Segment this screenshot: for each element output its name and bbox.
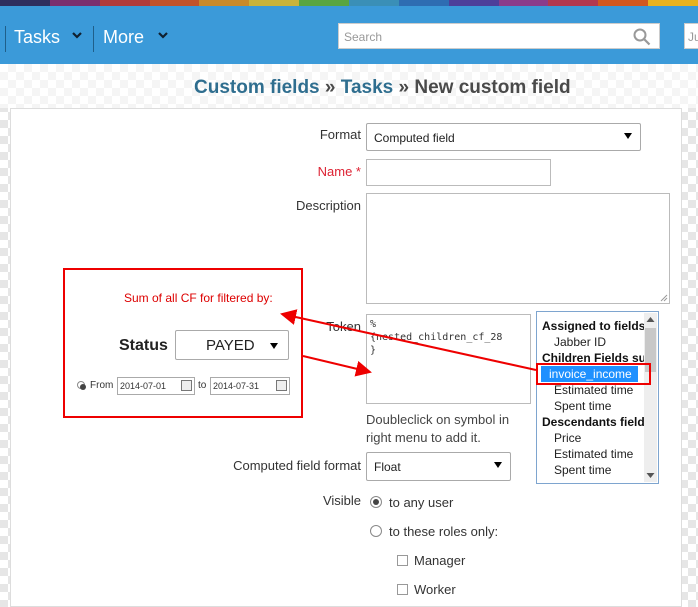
breadcrumb-custom-fields[interactable]: Custom fields	[194, 77, 320, 98]
token-textarea[interactable]: % {nested_children_cf_28 }	[366, 314, 531, 404]
breadcrumb-tasks[interactable]: Tasks	[341, 77, 393, 98]
format-select[interactable]: Computed field	[366, 123, 641, 151]
symbol-group[interactable]: Assigned to fields	[542, 319, 645, 333]
annotation-box: Sum of all CF for filtered by: Status PA…	[63, 268, 303, 418]
symbol-item[interactable]: Estimated time	[554, 383, 633, 397]
resize-handle-icon[interactable]	[660, 294, 668, 302]
checkbox-worker-label: Worker	[414, 582, 456, 597]
annotation-radio	[77, 381, 86, 390]
symbol-group[interactable]: Descendants field	[542, 415, 645, 429]
annotation-from-label: From	[90, 380, 114, 391]
breadcrumb: Custom fields » Tasks » New custom field	[194, 77, 571, 99]
computed-format-select[interactable]: Float	[366, 452, 511, 481]
radio-roles-only[interactable]	[370, 525, 382, 537]
nav-more[interactable]: More	[103, 27, 144, 48]
symbol-item[interactable]: Price	[554, 431, 581, 445]
format-value: Computed field	[374, 131, 455, 145]
date-input[interactable]: Ju	[684, 23, 698, 49]
radio-any-user-label: to any user	[389, 495, 454, 510]
token-line: %	[370, 319, 377, 330]
symbol-item[interactable]: Estimated time	[554, 447, 633, 461]
dropdown-arrow-icon	[624, 133, 632, 139]
page-title: New custom field	[414, 77, 571, 98]
nav-separator	[93, 26, 94, 52]
token-label: Token	[326, 319, 361, 334]
dropdown-arrow-icon	[270, 343, 278, 349]
scroll-down-icon[interactable]	[646, 472, 655, 479]
checkbox-manager-label: Manager	[414, 553, 466, 568]
token-hint: Doubleclick on symbol in right menu to a…	[366, 412, 510, 445]
symbol-item[interactable]: Spent time	[554, 463, 611, 477]
calendar-icon	[276, 380, 287, 391]
name-label: Name *	[317, 164, 361, 179]
breadcrumb-separator: »	[393, 77, 415, 98]
chevron-down-icon[interactable]	[158, 30, 168, 40]
annotation-to-label: to	[198, 380, 207, 391]
nav-tasks[interactable]: Tasks	[14, 27, 60, 48]
annotation-to-date: 2014-07-31	[210, 377, 290, 395]
visible-label: Visible	[322, 493, 361, 508]
name-input[interactable]	[366, 159, 551, 186]
annotation-status-value: PAYED	[206, 337, 255, 354]
chevron-down-icon[interactable]	[72, 30, 82, 40]
search-icon[interactable]	[633, 28, 651, 46]
computed-format-value: Float	[374, 460, 401, 474]
highlight-box	[536, 363, 651, 385]
symbols-list[interactable]: Assigned to fields Jabber ID Children Fi…	[536, 311, 659, 484]
annotation-status-select: PAYED	[175, 330, 289, 360]
symbol-item[interactable]: Spent time	[554, 399, 611, 413]
breadcrumb-separator: »	[319, 77, 341, 98]
checkbox-worker[interactable]	[397, 584, 408, 595]
scroll-up-icon[interactable]	[646, 316, 655, 323]
radio-roles-only-label: to these roles only:	[389, 524, 499, 539]
search-input[interactable]: Search	[338, 23, 660, 49]
computed-format-label: Computed field format	[233, 458, 361, 473]
search-placeholder: Search	[344, 30, 383, 44]
description-textarea[interactable]	[366, 193, 670, 304]
annotation-from-value: 2014-07-01	[120, 381, 167, 391]
annotation-text: Sum of all CF for filtered by:	[124, 291, 273, 305]
nav-separator	[5, 26, 6, 52]
token-line: {nested_children_cf_28	[370, 332, 503, 343]
calendar-icon	[181, 380, 192, 391]
format-label: Format	[319, 127, 361, 142]
annotation-to-value: 2014-07-31	[213, 381, 260, 391]
checkbox-manager[interactable]	[397, 555, 408, 566]
symbol-item[interactable]: Jabber ID	[554, 335, 606, 349]
description-label: Description	[295, 198, 361, 213]
annotation-status-label: Status	[119, 337, 168, 354]
token-line: }	[370, 345, 377, 356]
annotation-from-date: 2014-07-01	[117, 377, 195, 395]
dropdown-arrow-icon	[494, 462, 502, 468]
date-input-text: Ju	[688, 30, 698, 44]
radio-any-user[interactable]	[370, 496, 382, 508]
